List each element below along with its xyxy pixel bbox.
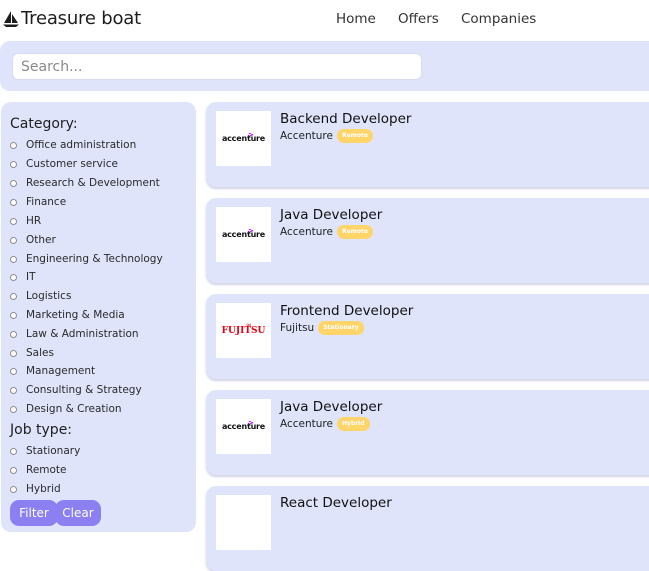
- company-logo: [216, 495, 271, 550]
- clear-button[interactable]: Clear: [55, 500, 101, 526]
- search-bar: [0, 41, 649, 91]
- filter-sidebar: Category: Office administration Customer…: [1, 102, 196, 532]
- jobtype-option[interactable]: Stationary: [10, 444, 80, 458]
- radio-button[interactable]: [10, 236, 17, 244]
- offer-card[interactable]: accenture > Java Developer Accenture Remo…: [206, 198, 649, 283]
- offer-title[interactable]: Frontend Developer: [280, 303, 413, 319]
- company-name: Accenture: [280, 226, 333, 238]
- radio-button[interactable]: [10, 311, 17, 319]
- company-logo: accenture >: [216, 399, 271, 454]
- accenture-logo: accenture: [221, 134, 266, 143]
- accenture-logo: accenture: [221, 422, 266, 431]
- company-logo: accenture >: [216, 111, 271, 166]
- work-mode-badge: Remote: [336, 129, 373, 143]
- category-label: Customer service: [26, 158, 118, 170]
- radio-button[interactable]: [10, 386, 17, 394]
- jobtype-option[interactable]: Remote: [10, 463, 67, 477]
- offer-card[interactable]: accenture > Backend Developer Accenture R…: [206, 102, 649, 187]
- work-mode-badge: Stationary: [318, 321, 364, 335]
- category-option[interactable]: Consulting & Strategy: [10, 383, 142, 397]
- radio-button[interactable]: [10, 405, 17, 413]
- radio-button[interactable]: [10, 292, 17, 300]
- offer-company: Accenture Hybrid: [280, 417, 370, 431]
- category-label: Management: [26, 365, 96, 377]
- offer-company: Accenture Remote: [280, 225, 373, 239]
- radio-button[interactable]: [10, 367, 17, 375]
- radio-button[interactable]: [10, 141, 17, 149]
- category-option[interactable]: Management: [10, 364, 95, 378]
- offer-card[interactable]: accenture > Java Developer Accenture Hybr…: [206, 390, 649, 475]
- category-label: Office administration: [26, 139, 137, 151]
- company-name: Accenture: [280, 418, 333, 430]
- accenture-logo: accenture: [221, 230, 266, 239]
- jobtype-label: Hybrid: [26, 483, 61, 495]
- category-label: Sales: [26, 347, 54, 359]
- category-label: IT: [26, 271, 36, 283]
- work-mode-badge: Remote: [336, 225, 373, 239]
- offer-title[interactable]: Java Developer: [280, 399, 382, 415]
- category-option[interactable]: Other: [10, 233, 56, 247]
- category-label: Engineering & Technology: [26, 253, 163, 265]
- main-nav: Home Offers Companies: [0, 11, 649, 31]
- radio-button[interactable]: [10, 255, 17, 263]
- category-label: Marketing & Media: [26, 309, 125, 321]
- offer-title[interactable]: Java Developer: [280, 207, 382, 223]
- category-label: Design & Creation: [26, 403, 122, 415]
- offer-card[interactable]: FUJITSU ∞ Frontend Developer Fujitsu Stat…: [206, 294, 649, 379]
- work-mode-badge: Hybrid: [336, 417, 370, 431]
- jobtype-label: Remote: [26, 464, 67, 476]
- category-option[interactable]: Customer service: [10, 157, 118, 171]
- nav-home-link[interactable]: Home: [336, 11, 376, 27]
- radio-button[interactable]: [10, 485, 17, 493]
- category-option[interactable]: HR: [10, 214, 41, 228]
- category-title: Category:: [10, 116, 78, 132]
- company-name: Fujitsu: [280, 322, 315, 334]
- category-option[interactable]: Law & Administration: [10, 327, 139, 341]
- jobtype-option[interactable]: Hybrid: [10, 482, 61, 496]
- offer-title[interactable]: React Developer: [280, 495, 392, 511]
- jobtype-title: Job type:: [10, 422, 73, 438]
- radio-button[interactable]: [10, 466, 17, 474]
- radio-button[interactable]: [10, 330, 17, 338]
- radio-button[interactable]: [10, 349, 17, 357]
- company-name: Accenture: [280, 130, 333, 142]
- nav-offers-link[interactable]: Offers: [398, 11, 439, 27]
- category-label: Research & Development: [26, 177, 160, 189]
- search-input[interactable]: [12, 53, 422, 80]
- company-logo: accenture >: [216, 207, 271, 262]
- category-option[interactable]: Engineering & Technology: [10, 252, 163, 266]
- category-label: Logistics: [26, 290, 72, 302]
- category-label: HR: [26, 215, 42, 227]
- filter-button[interactable]: Filter: [10, 500, 58, 526]
- category-option[interactable]: Marketing & Media: [10, 308, 125, 322]
- offer-company: Fujitsu Stationary: [280, 321, 364, 335]
- category-option[interactable]: Design & Creation: [10, 402, 122, 416]
- radio-button[interactable]: [10, 217, 17, 225]
- category-label: Other: [26, 234, 56, 246]
- offer-title[interactable]: Backend Developer: [280, 111, 411, 127]
- offer-company: Accenture Remote: [280, 129, 373, 143]
- category-option[interactable]: IT: [10, 270, 36, 284]
- category-label: Finance: [26, 196, 67, 208]
- radio-button[interactable]: [10, 273, 17, 281]
- radio-button[interactable]: [10, 160, 17, 168]
- category-option[interactable]: Sales: [10, 346, 54, 360]
- fujitsu-logo: FUJITSU: [221, 325, 266, 336]
- category-option[interactable]: Finance: [10, 195, 66, 209]
- category-label: Law & Administration: [26, 328, 139, 340]
- offer-card[interactable]: React Developer: [206, 486, 649, 571]
- jobtype-label: Stationary: [26, 445, 81, 457]
- category-label: Consulting & Strategy: [26, 384, 142, 396]
- radio-button[interactable]: [10, 447, 17, 455]
- category-option[interactable]: Office administration: [10, 138, 136, 152]
- category-option[interactable]: Logistics: [10, 289, 71, 303]
- radio-button[interactable]: [10, 179, 17, 187]
- company-logo: FUJITSU ∞: [216, 303, 271, 358]
- nav-companies-link[interactable]: Companies: [461, 11, 536, 27]
- radio-button[interactable]: [10, 198, 17, 206]
- category-option[interactable]: Research & Development: [10, 176, 160, 190]
